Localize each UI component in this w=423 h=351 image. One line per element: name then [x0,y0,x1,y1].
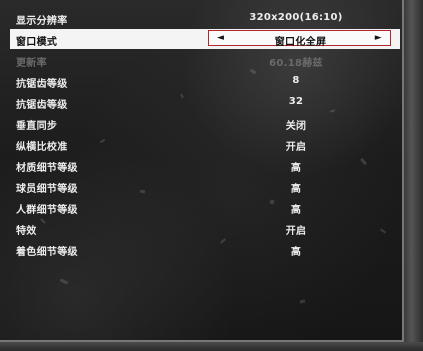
setting-value: 窗口化全屏 [274,37,327,48]
setting-value: 开启 [285,142,307,153]
window-mode-selector[interactable]: ◄ 窗口化全屏 ► [208,30,391,48]
settings-panel: 显示分辨率 320x200(16:10) 窗口模式 ◄ 窗口化全屏 ► 更新率 … [0,0,404,342]
setting-row-refresh-rate: 更新率 60.18赫兹 [10,50,400,70]
setting-value: 32 [288,96,304,107]
setting-label: 人群细节等级 [16,205,78,216]
setting-value: 高 [290,184,302,195]
setting-label: 抗锯齿等级 [16,79,68,90]
background-edge-bottom [0,342,423,351]
arrow-right-icon[interactable]: ► [375,33,382,43]
setting-row-antialiasing-2[interactable]: 抗锯齿等级 32 [10,92,400,112]
setting-value: 320x200(16:10) [249,12,343,23]
setting-value: 开启 [285,226,307,237]
background-edge-right [404,0,423,351]
setting-value: 高 [290,247,302,258]
setting-row-crowd-detail[interactable]: 人群细节等级 高 [10,197,400,217]
setting-label: 更新率 [16,58,47,69]
setting-row-window-mode[interactable]: 窗口模式 ◄ 窗口化全屏 ► [10,29,400,49]
setting-label: 纵横比校准 [16,142,68,153]
setting-label: 着色细节等级 [16,247,78,258]
setting-row-player-detail[interactable]: 球员细节等级 高 [10,176,400,196]
setting-value: 高 [290,205,302,216]
setting-label: 材质细节等级 [16,163,78,174]
setting-row-texture-detail[interactable]: 材质细节等级 高 [10,155,400,175]
setting-value: 8 [292,75,300,86]
setting-row-vsync[interactable]: 垂直同步 关闭 [10,113,400,133]
setting-label: 球员细节等级 [16,184,78,195]
setting-row-shader-detail[interactable]: 着色细节等级 高 [10,239,400,259]
setting-row-antialiasing-1[interactable]: 抗锯齿等级 8 [10,71,400,91]
setting-value: 高 [290,163,302,174]
setting-label: 垂直同步 [16,121,58,132]
setting-value: 60.18赫兹 [269,58,323,69]
setting-label: 显示分辨率 [16,16,68,27]
setting-row-resolution[interactable]: 显示分辨率 320x200(16:10) [10,8,400,28]
setting-label: 特效 [16,226,37,237]
setting-value: 关闭 [285,121,307,132]
setting-row-effects[interactable]: 特效 开启 [10,218,400,238]
setting-label: 抗锯齿等级 [16,100,68,111]
settings-screen: 显示分辨率 320x200(16:10) 窗口模式 ◄ 窗口化全屏 ► 更新率 … [0,0,423,351]
setting-label: 窗口模式 [16,37,58,48]
setting-row-aspect-correction[interactable]: 纵横比校准 开启 [10,134,400,154]
